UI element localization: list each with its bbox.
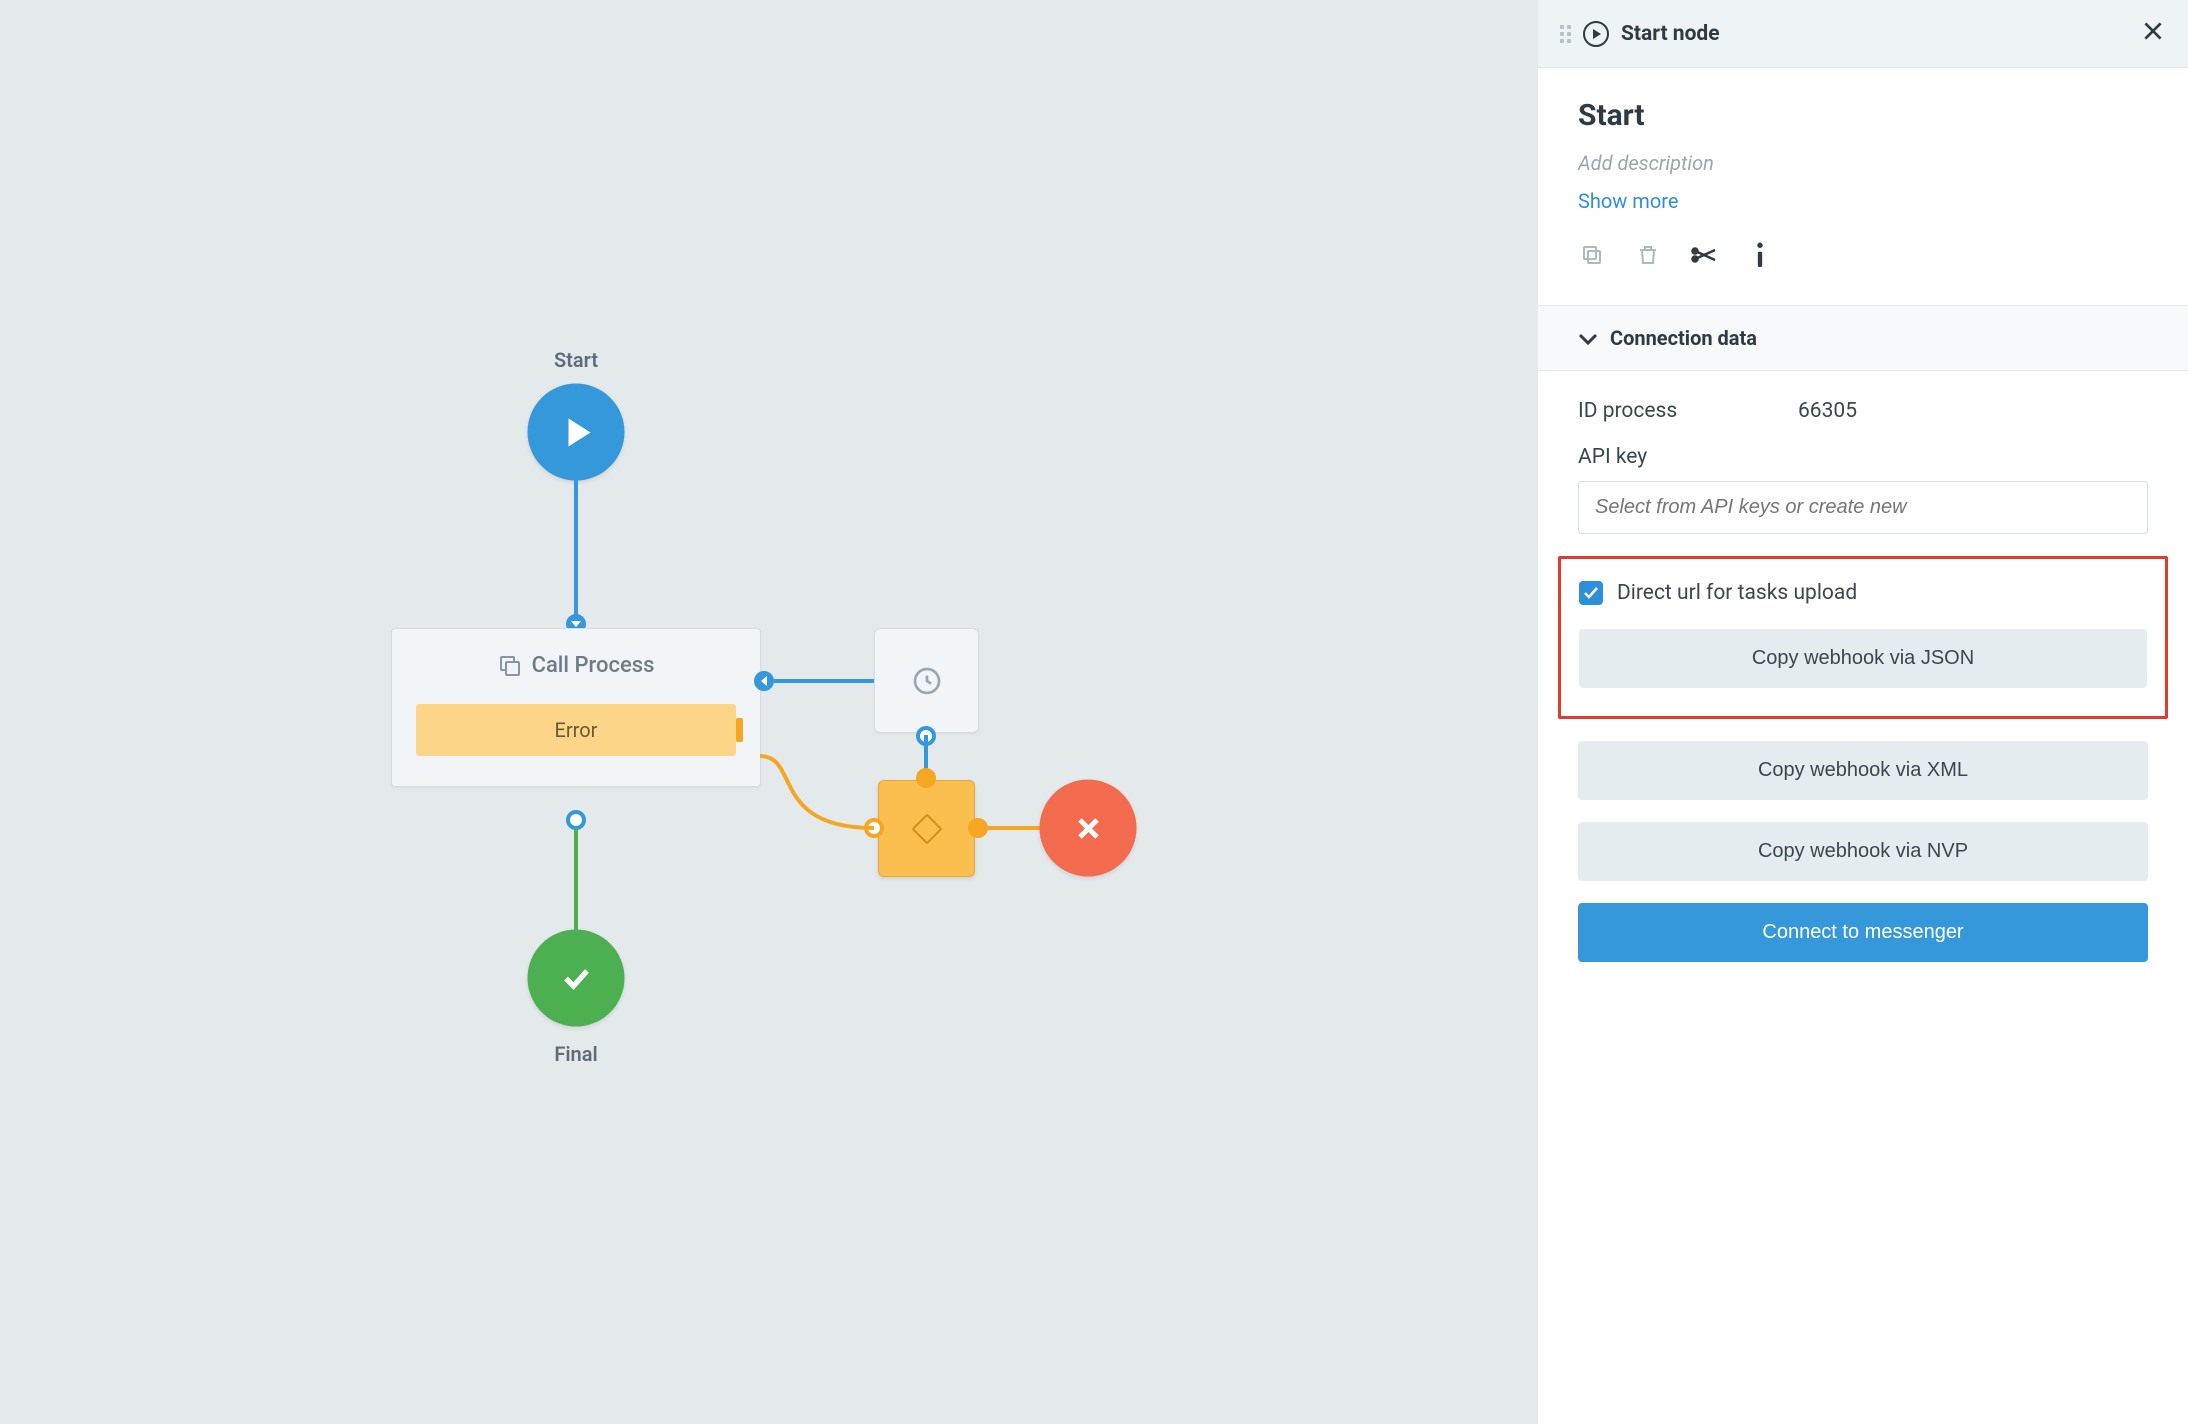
id-process-label: ID process [1578,399,1798,423]
id-process-value: 66305 [1798,399,1857,423]
action-toolbar [1578,241,2148,295]
condition-node[interactable] [878,780,975,877]
info-action-icon[interactable] [1746,241,1774,269]
port-condition-top[interactable] [916,768,936,788]
delay-node[interactable] [874,628,979,733]
port-callprocess-out[interactable] [566,810,586,830]
connection-data-section-header[interactable]: Connection data [1538,305,2188,371]
api-key-label: API key [1578,445,1798,469]
delete-action-icon[interactable] [1634,241,1662,269]
show-more-link[interactable]: Show more [1578,189,2148,213]
panel-header: Start node [1538,0,2188,68]
final-node[interactable] [528,930,625,1027]
error-banner[interactable]: Error [416,704,736,756]
call-process-title: Call Process [532,653,655,678]
check-icon [558,960,594,996]
copy-webhook-xml-button[interactable]: Copy webhook via XML [1578,741,2148,800]
copy-action-icon[interactable] [1578,241,1606,269]
call-process-icon [498,654,522,678]
api-key-input[interactable] [1578,481,2148,534]
process-canvas[interactable]: Start Call Process Error [0,0,1538,1424]
error-end-node[interactable] [1040,780,1137,877]
copy-webhook-json-button[interactable]: Copy webhook via JSON [1579,629,2147,688]
clock-icon [911,665,943,697]
diamond-icon [911,813,942,844]
edge-start-callprocess [574,480,578,630]
start-node[interactable] [528,384,625,481]
play-icon [568,418,590,446]
direct-url-label: Direct url for tasks upload [1617,581,1857,605]
start-icon [1583,21,1609,47]
edge-condition-error [988,826,1043,830]
error-text: Error [555,718,598,742]
connection-data-title: Connection data [1610,326,1757,350]
close-icon [1071,811,1105,845]
start-node-label: Start [554,348,598,372]
node-title[interactable]: Start [1578,98,2148,133]
call-process-node[interactable]: Call Process Error [391,628,761,787]
copy-webhook-nvp-button[interactable]: Copy webhook via NVP [1578,822,2148,881]
connect-to-messenger-button[interactable]: Connect to messenger [1578,903,2148,962]
description-input[interactable]: Add description [1578,151,2148,175]
drag-handle-icon[interactable] [1560,25,1571,43]
check-icon [1583,586,1599,600]
direct-url-highlight: Direct url for tasks upload Copy webhook… [1558,556,2168,719]
port-condition-right[interactable] [968,818,988,838]
chevron-down-icon [1578,324,1598,352]
error-output-port[interactable] [736,718,743,742]
edge-callprocess-delay [774,679,874,683]
edge-callprocess-final [574,828,578,936]
properties-panel: Start node Start Add description Show mo… [1538,0,2188,1424]
cut-action-icon[interactable] [1690,241,1718,269]
connection-data-body: ID process 66305 API key Direct url for … [1538,371,2188,990]
panel-header-title: Start node [1621,22,1720,46]
panel-close-button[interactable] [2140,18,2166,49]
final-node-label: Final [554,1042,597,1066]
close-icon [2140,18,2166,44]
direct-url-checkbox[interactable] [1579,581,1603,605]
port-delay-in[interactable] [754,671,774,691]
port-condition-left[interactable] [864,818,884,838]
